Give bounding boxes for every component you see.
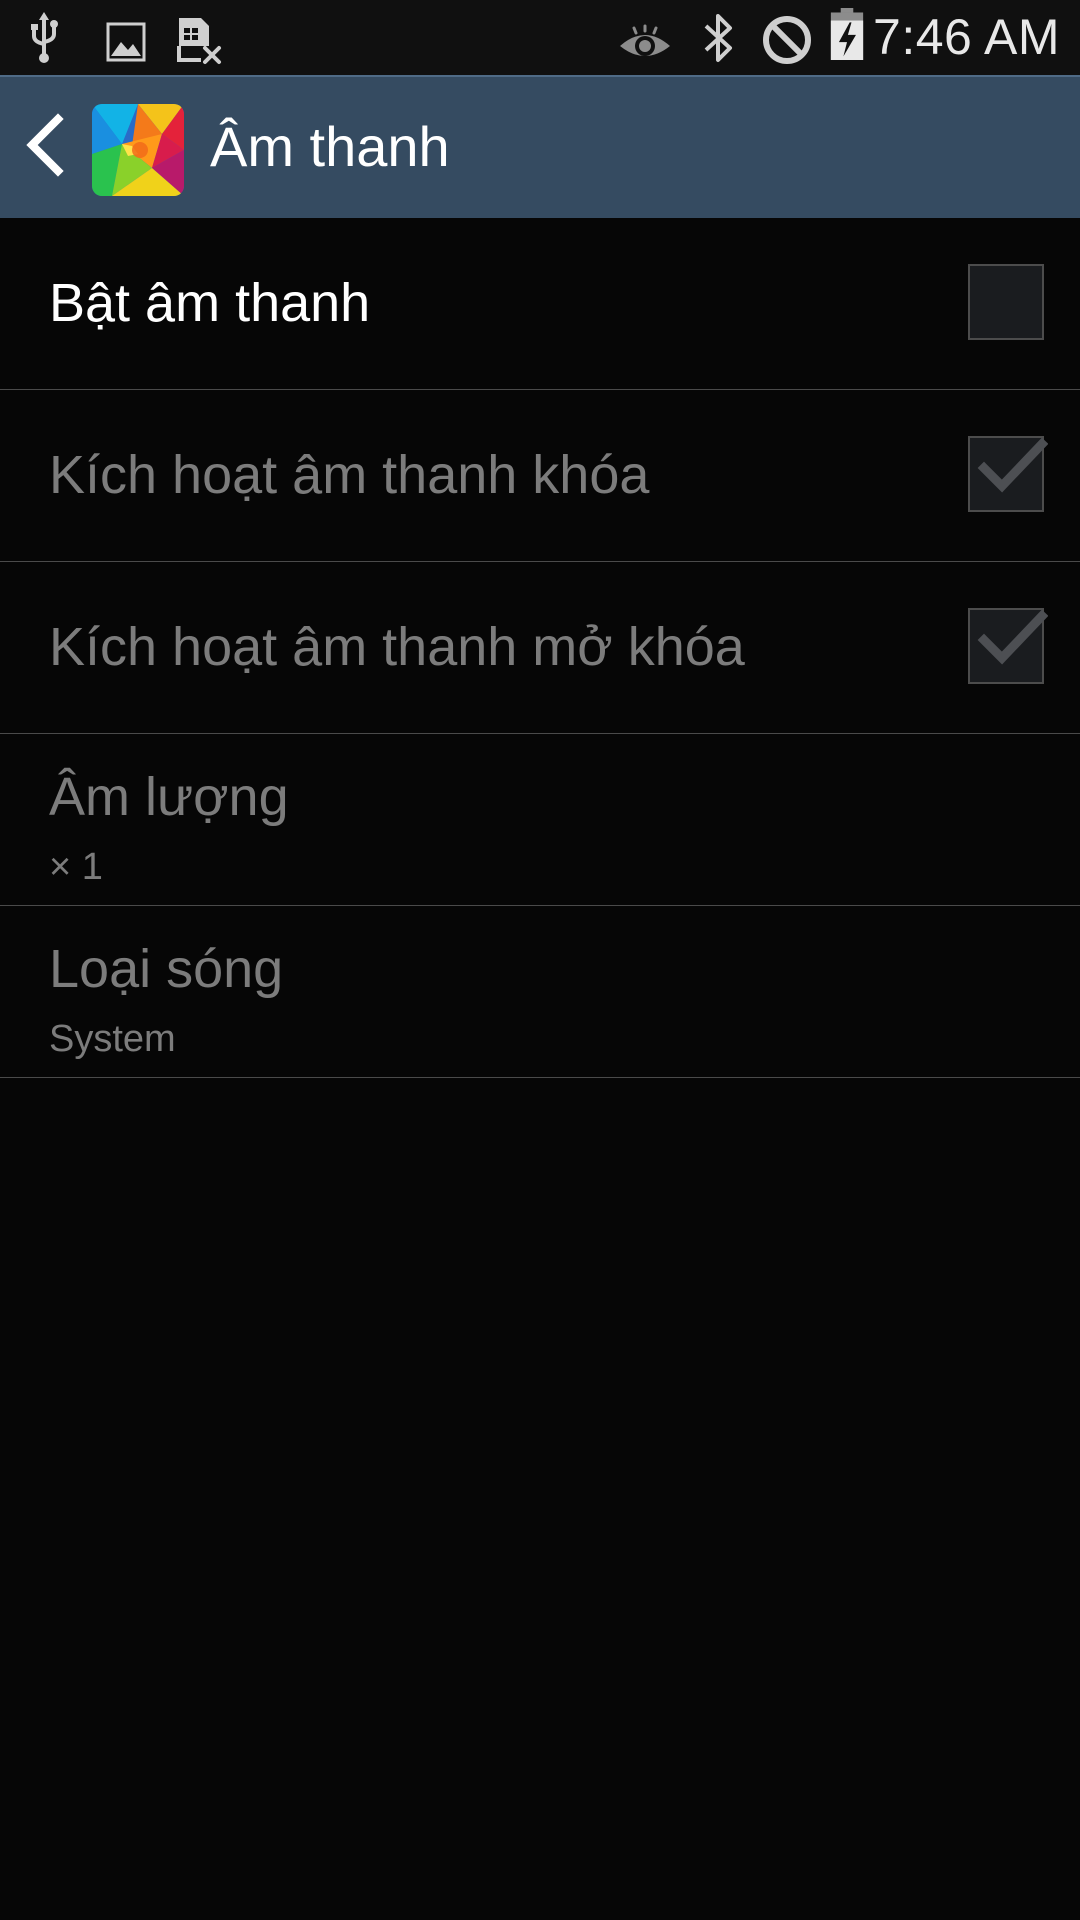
status-time: 7:46 AM bbox=[873, 9, 1060, 65]
setting-row-wave-type[interactable]: Loại sóng System bbox=[0, 906, 1080, 1078]
setting-title: Kích hoạt âm thanh khóa bbox=[49, 445, 650, 505]
action-bar: Âm thanh bbox=[0, 75, 1080, 218]
setting-row-volume[interactable]: Âm lượng × 1 bbox=[0, 734, 1080, 906]
setting-title: Âm lượng bbox=[49, 767, 289, 827]
unlock-sound-checkbox[interactable] bbox=[968, 608, 1048, 684]
settings-list: Bật âm thanh Kích hoạt âm thanh khóa Kíc… bbox=[0, 218, 1080, 1078]
usb-icon bbox=[31, 12, 58, 63]
eye-icon bbox=[620, 24, 670, 56]
status-bar: 7:46 AM bbox=[0, 0, 1080, 75]
setting-row-lock-sound[interactable]: Kích hoạt âm thanh khóa bbox=[0, 390, 1080, 562]
setting-row-unlock-sound[interactable]: Kích hoạt âm thanh mở khóa bbox=[0, 562, 1080, 734]
sim-card-off-icon bbox=[177, 18, 221, 64]
check-icon bbox=[977, 437, 1048, 493]
lock-sound-checkbox[interactable] bbox=[968, 436, 1048, 512]
image-icon bbox=[106, 22, 146, 62]
battery-charging-icon bbox=[830, 8, 864, 60]
bluetooth-icon bbox=[704, 14, 732, 62]
setting-title: Kích hoạt âm thanh mở khóa bbox=[49, 617, 745, 677]
setting-title: Loại sóng bbox=[49, 939, 284, 999]
setting-row-enable-sound[interactable]: Bật âm thanh bbox=[0, 218, 1080, 390]
app-colorful-icon[interactable] bbox=[92, 104, 184, 196]
setting-title: Bật âm thanh bbox=[49, 273, 371, 333]
setting-summary: × 1 bbox=[49, 846, 103, 888]
enable-sound-checkbox[interactable] bbox=[968, 264, 1044, 340]
back-chevron-icon[interactable] bbox=[18, 105, 78, 185]
check-icon bbox=[977, 609, 1048, 665]
setting-summary: System bbox=[49, 1018, 176, 1060]
page-title: Âm thanh bbox=[210, 115, 450, 178]
blocked-icon bbox=[763, 16, 811, 64]
